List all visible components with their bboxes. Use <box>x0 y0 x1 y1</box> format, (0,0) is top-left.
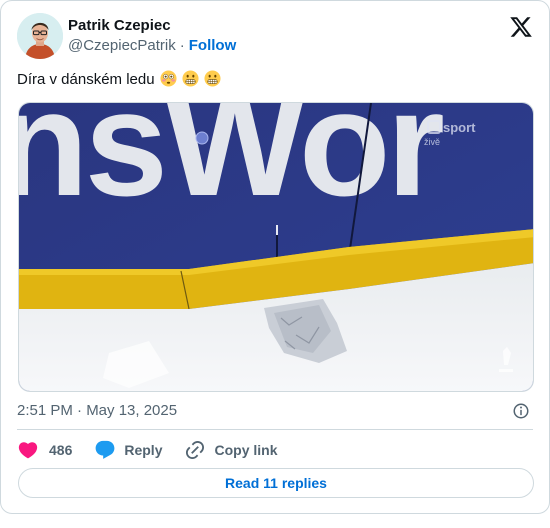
grimacing-face-emoji <box>182 70 199 87</box>
tweet-timestamp[interactable]: 2:51 PM · May 13, 2025 <box>17 401 177 421</box>
copy-link-button[interactable]: Copy link <box>184 439 278 461</box>
watermark-text: sport <box>443 120 476 135</box>
reply-button[interactable]: Reply <box>94 439 162 461</box>
like-count: 486 <box>49 442 73 458</box>
tweet-text-content: Díra v dánském ledu <box>17 71 155 88</box>
author-block: Patrik Czepiec @CzepiecPatrik · Follow <box>68 16 236 56</box>
read-replies-button[interactable]: Read 11 replies <box>18 468 534 498</box>
media-photo: nsWor sport živě <box>19 103 533 391</box>
tweet-header: Patrik Czepiec @CzepiecPatrik · Follow <box>17 13 533 61</box>
link-icon <box>186 440 205 460</box>
author-avatar[interactable] <box>17 13 63 59</box>
grimacing-face-emoji <box>204 70 221 87</box>
author-handle[interactable]: @CzepiecPatrik <box>68 37 176 54</box>
handle-separator: · <box>179 37 185 54</box>
reply-label: Reply <box>124 442 163 458</box>
info-icon[interactable] <box>512 402 530 420</box>
heart-icon <box>18 442 38 459</box>
follow-button[interactable]: Follow <box>189 37 237 54</box>
board-advert-text: nsWor <box>19 103 444 227</box>
tweet-card: Patrik Czepiec @CzepiecPatrik · Follow Dír… <box>0 0 550 514</box>
author-display-name[interactable]: Patrik Czepiec <box>68 16 236 36</box>
author-handle-line: @CzepiecPatrik · Follow <box>68 36 236 56</box>
like-button[interactable]: 486 <box>17 439 72 461</box>
tweet-text: Díra v dánském ledu <box>17 70 221 90</box>
copy-link-label: Copy link <box>214 442 278 458</box>
avatar-image <box>17 13 63 59</box>
reply-bubble-icon <box>95 440 115 459</box>
watermark-subtext: živě <box>424 137 440 147</box>
tweet-actions: 486 Reply Copy link <box>17 438 300 462</box>
tweet-media[interactable]: nsWor sport živě <box>18 102 534 392</box>
flushed-face-emoji <box>160 70 177 87</box>
actions-divider <box>17 429 533 430</box>
x-logo-icon[interactable] <box>509 15 533 39</box>
